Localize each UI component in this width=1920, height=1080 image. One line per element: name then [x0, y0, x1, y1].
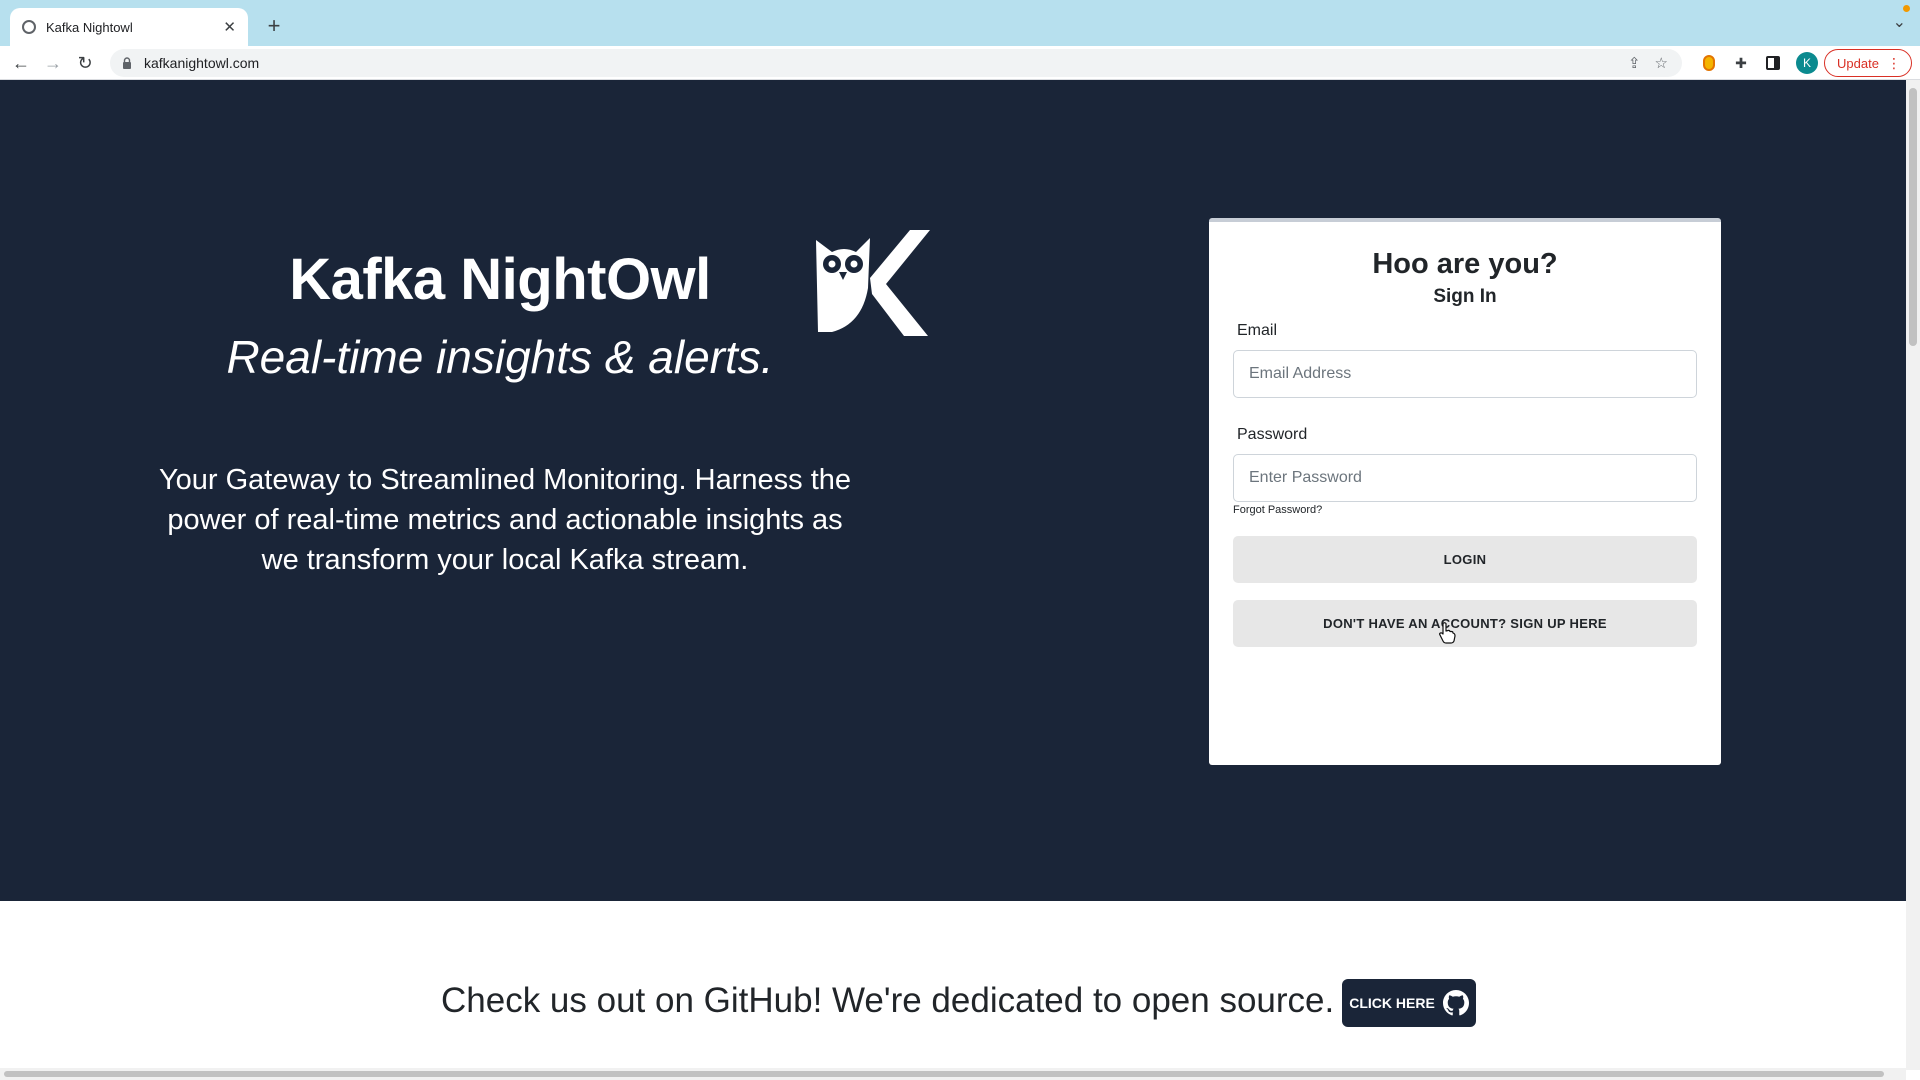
github-cta-section: Check us out on GitHub! We're dedicated …: [0, 901, 1906, 1070]
page-viewport: Kafka NightOwl Real-time insights & aler…: [0, 80, 1906, 1070]
github-icon: [1442, 990, 1469, 1016]
brand-tagline: Real-time insights & alerts.: [226, 331, 774, 383]
github-cta-text: Check us out on GitHub! We're dedicated …: [441, 981, 1335, 1020]
brand-title: Kafka NightOwl: [289, 247, 711, 312]
github-button-label: CLICK HERE: [1349, 995, 1435, 1011]
forward-icon[interactable]: →: [40, 51, 66, 75]
profile-avatar[interactable]: K: [1796, 52, 1818, 74]
bookmark-star-icon[interactable]: ☆: [1655, 54, 1668, 72]
side-panel-icon[interactable]: [1764, 54, 1782, 72]
new-tab-button[interactable]: +: [260, 12, 288, 40]
browser-tab[interactable]: Kafka Nightowl ✕: [10, 8, 248, 46]
email-label: Email: [1237, 322, 1278, 339]
hero-section: Kafka NightOwl Real-time insights & aler…: [0, 80, 1906, 901]
back-icon[interactable]: ←: [8, 51, 34, 75]
extensions-puzzle-icon[interactable]: ✚: [1732, 54, 1750, 72]
password-label: Password: [1237, 426, 1308, 443]
update-label: Update: [1837, 55, 1879, 71]
more-menu-icon[interactable]: ⋮: [1887, 55, 1901, 72]
forgot-password-link[interactable]: Forgot Password?: [1233, 504, 1322, 516]
share-icon[interactable]: ⇪: [1628, 54, 1641, 72]
url-text: kafkanightowl.com: [144, 55, 260, 71]
horizontal-scrollbar-thumb[interactable]: [4, 1071, 1884, 1077]
email-field[interactable]: [1233, 350, 1697, 398]
address-bar[interactable]: kafkanightowl.com ⇪ ☆: [110, 49, 1682, 77]
update-button[interactable]: Update ⋮: [1824, 49, 1912, 77]
login-card: Hoo are you? Sign In Email Password Forg…: [1209, 218, 1721, 765]
honey-extension-icon[interactable]: [1700, 54, 1718, 72]
close-tab-icon[interactable]: ✕: [223, 18, 236, 36]
globe-icon: [22, 20, 36, 34]
notification-dot-icon: [1903, 5, 1910, 12]
login-heading: Hoo are you?: [1372, 248, 1558, 280]
vertical-scrollbar-thumb[interactable]: [1909, 88, 1917, 346]
login-button[interactable]: LOGIN: [1233, 536, 1697, 583]
horizontal-scrollbar[interactable]: [0, 1068, 1906, 1080]
lock-icon[interactable]: [122, 57, 132, 69]
browser-toolbar: ← → ↻ kafkanightowl.com ⇪ ☆ ✚ K Update ⋮: [0, 46, 1920, 80]
hero-description: Your Gateway to Streamlined Monitoring. …: [158, 464, 852, 576]
browser-tab-strip: Kafka Nightowl ✕ + ⌄: [0, 0, 1920, 46]
vertical-scrollbar[interactable]: [1906, 80, 1920, 1070]
hand-cursor-icon: [1439, 622, 1456, 644]
owl-k-logo-icon: [816, 230, 930, 336]
tab-search-chevron-icon[interactable]: ⌄: [1893, 12, 1906, 32]
github-button[interactable]: CLICK HERE: [1342, 979, 1476, 1027]
login-subheading: Sign In: [1433, 286, 1497, 307]
password-field[interactable]: [1233, 454, 1697, 502]
tab-title: Kafka Nightowl: [46, 19, 133, 35]
signup-button[interactable]: DON'T HAVE AN ACCOUNT? SIGN UP HERE: [1233, 600, 1697, 647]
reload-icon[interactable]: ↻: [72, 51, 98, 75]
